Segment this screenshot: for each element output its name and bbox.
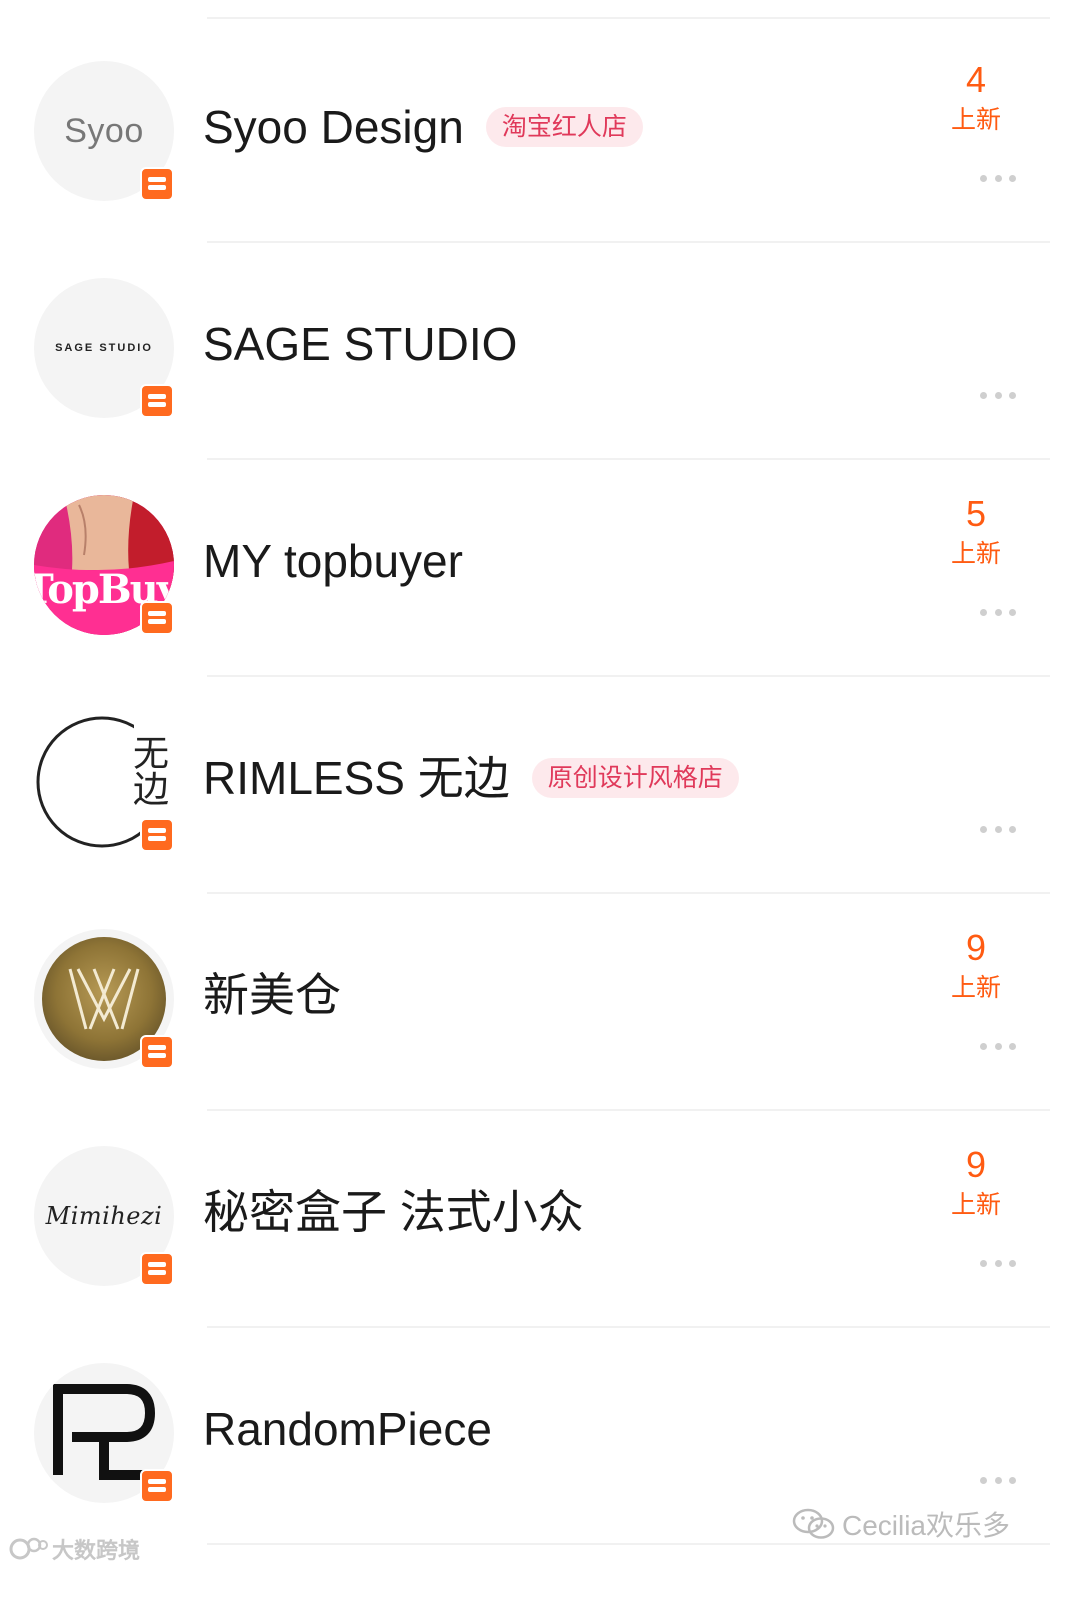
logo-text: SAGE STUDIO bbox=[55, 342, 153, 354]
new-arrivals-label: 上新 bbox=[950, 106, 1001, 134]
more-options-icon[interactable] bbox=[980, 171, 1016, 185]
new-arrivals-count: 5 bbox=[965, 493, 987, 534]
shop-avatar[interactable]: Syoo bbox=[34, 61, 174, 201]
shop-name[interactable]: SAGE STUDIO bbox=[203, 314, 517, 374]
shop-name-text: RIMLESS 无边 bbox=[203, 752, 510, 804]
more-options-icon[interactable] bbox=[980, 822, 1016, 836]
new-arrivals-count: 9 bbox=[965, 927, 987, 968]
more-options-icon[interactable] bbox=[980, 388, 1016, 402]
wechat-watermark: Cecilia欢乐多 bbox=[792, 1504, 1010, 1544]
wechat-icon bbox=[792, 1508, 835, 1539]
more-options-icon[interactable] bbox=[980, 1256, 1016, 1270]
shop-avatar[interactable]: TopBuy bbox=[34, 495, 174, 635]
more-options-icon[interactable] bbox=[980, 1473, 1016, 1487]
shop-row-xinmeicang[interactable]: 新美仓 9 上新 bbox=[0, 885, 1080, 1111]
shop-name[interactable]: 秘密盒子 法式小众 bbox=[203, 1182, 584, 1242]
more-options-icon[interactable] bbox=[980, 605, 1016, 619]
new-arrivals-label: 上新 bbox=[950, 1191, 1001, 1219]
logo-text: 无边 bbox=[128, 734, 169, 806]
shop-tag: 淘宝红人店 bbox=[485, 107, 643, 147]
shop-name[interactable]: RandomPiece bbox=[203, 1399, 492, 1459]
new-arrivals-count: 4 bbox=[965, 59, 987, 100]
shop-name-text: Syoo Design bbox=[203, 101, 464, 153]
shop-name-text: 秘密盒子 法式小众 bbox=[203, 1186, 584, 1238]
store-badge-icon bbox=[140, 601, 174, 635]
site-watermark: 大数跨境 bbox=[8, 1533, 140, 1565]
shop-name[interactable]: Syoo Design 淘宝红人店 bbox=[203, 97, 643, 157]
shop-row-rimless[interactable]: 无边 RIMLESS 无边 原创设计风格店 bbox=[0, 668, 1080, 894]
brand-mark-icon bbox=[9, 1537, 48, 1560]
new-arrivals-label: 上新 bbox=[950, 974, 1001, 1002]
store-badge-icon bbox=[140, 1252, 174, 1286]
shop-name-text: 新美仓 bbox=[203, 969, 341, 1021]
store-badge-icon bbox=[140, 384, 174, 418]
store-badge-icon bbox=[140, 167, 174, 201]
shop-row-my-topbuyer[interactable]: TopBuy MY topbuyer 5 上新 bbox=[0, 451, 1080, 677]
watermark-text: Cecilia欢乐多 bbox=[841, 1510, 1010, 1541]
shop-avatar[interactable]: Mimihezi bbox=[34, 1146, 174, 1286]
shop-avatar[interactable]: SAGE STUDIO bbox=[34, 278, 174, 418]
store-badge-icon bbox=[140, 818, 174, 852]
store-badge-icon bbox=[140, 1035, 174, 1069]
shop-row-syoo-design[interactable]: Syoo Syoo Design 淘宝红人店 4 上新 bbox=[0, 17, 1080, 243]
new-arrivals-label: 上新 bbox=[950, 540, 1001, 568]
shop-tag: 原创设计风格店 bbox=[531, 758, 739, 798]
more-options-icon[interactable] bbox=[980, 1039, 1016, 1053]
shop-name-text: RandomPiece bbox=[203, 1403, 492, 1455]
logo-text: Syoo bbox=[64, 111, 144, 150]
store-badge-icon bbox=[140, 1469, 174, 1503]
shop-name[interactable]: 新美仓 bbox=[203, 965, 341, 1025]
shop-avatar[interactable]: 无边 bbox=[34, 712, 174, 852]
logo-text: Mimihezi bbox=[45, 1202, 163, 1230]
shop-name-text: MY topbuyer bbox=[203, 535, 463, 587]
new-arrivals-count: 9 bbox=[965, 1144, 987, 1185]
shop-name[interactable]: MY topbuyer bbox=[203, 531, 463, 591]
shop-avatar[interactable] bbox=[34, 1363, 174, 1503]
shop-avatar[interactable] bbox=[34, 929, 174, 1069]
shop-name[interactable]: RIMLESS 无边 原创设计风格店 bbox=[203, 748, 739, 808]
shop-row-sage-studio[interactable]: SAGE STUDIO SAGE STUDIO bbox=[0, 234, 1080, 460]
watermark-text: 大数跨境 bbox=[52, 1538, 141, 1563]
shop-name-text: SAGE STUDIO bbox=[203, 318, 518, 370]
shop-row-mimihezi[interactable]: Mimihezi 秘密盒子 法式小众 9 上新 bbox=[0, 1102, 1080, 1328]
